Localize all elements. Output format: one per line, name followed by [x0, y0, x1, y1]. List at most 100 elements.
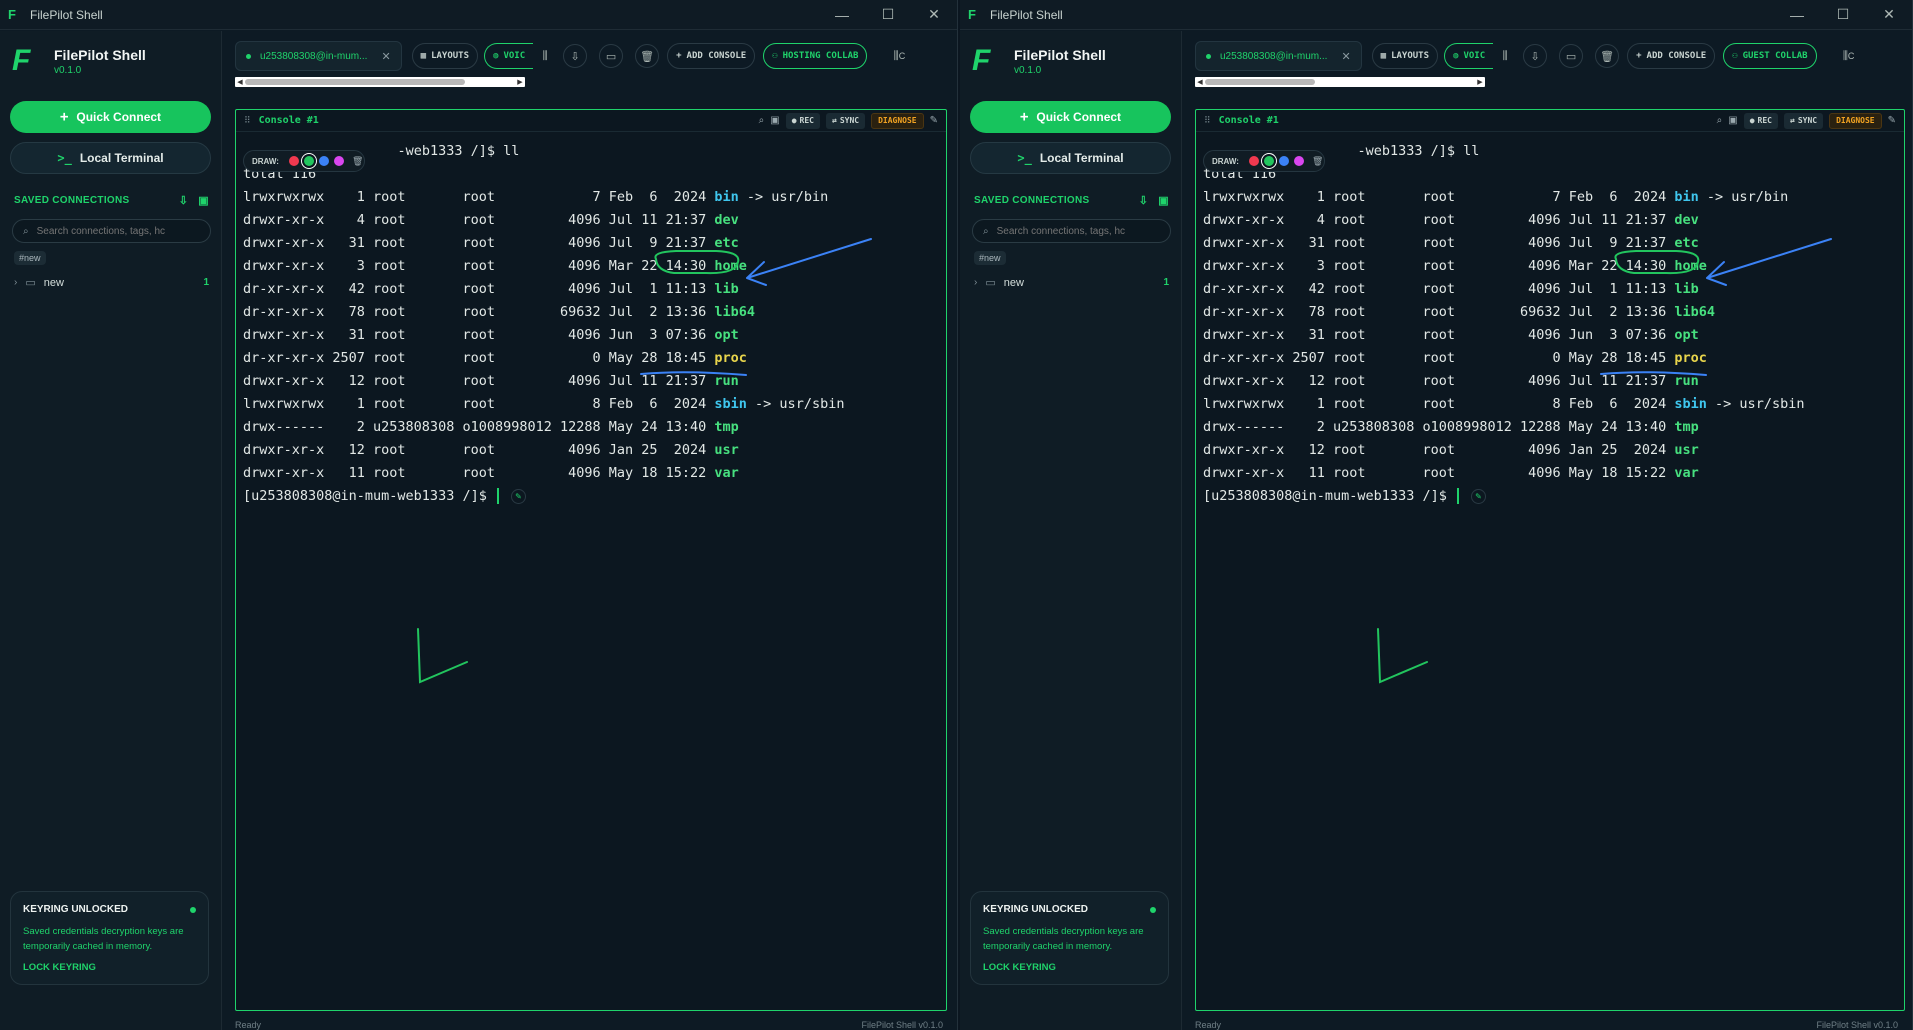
cursor [496, 488, 499, 504]
hosting-collab-button[interactable]: ⚇ HOSTING COLLAB [763, 43, 868, 69]
terminal-output[interactable]: -web1333 /]$ ll total 116 lrwxrwxrwx 1 roo… [1196, 134, 1904, 1010]
scroll-right-icon[interactable]: ▶ [1475, 78, 1485, 86]
ai-assist-icon[interactable]: ✎ [510, 488, 526, 504]
draw-color-green[interactable] [1263, 156, 1274, 166]
minimize-button[interactable]: — [819, 0, 865, 30]
lock-keyring-button[interactable]: LOCK KEYRING [983, 962, 1156, 973]
prompt-line[interactable]: [u253808308@in-mum-web1333 /]$ ✎ [243, 485, 946, 508]
equalizer-icon[interactable]: ⫼ [1493, 43, 1517, 69]
listing-name: proc [1674, 350, 1707, 366]
download-icon[interactable]: ⇩ [563, 44, 588, 68]
pin-icon[interactable]: ✎ [930, 115, 938, 126]
layouts-button[interactable]: ▦ LAYOUTS [1371, 43, 1439, 69]
rec-button[interactable]: ● REC [785, 112, 820, 129]
listing-row: dr-xr-xr-x 78 root root 69632 Jul 2 13:3… [1203, 301, 1904, 324]
close-tab-icon[interactable]: ✕ [1341, 50, 1350, 63]
close-button[interactable]: ✕ [1866, 0, 1912, 30]
new-folder-icon[interactable]: ▣ [1158, 194, 1169, 207]
folder-item-new[interactable]: › ▭ new 1 [14, 276, 209, 290]
listing-meta: dr-xr-xr-x 42 root root 4096 Jul 1 11:13 [243, 281, 715, 297]
scroll-thumb[interactable] [245, 79, 465, 85]
local-terminal-button[interactable]: >_ Local Terminal [10, 142, 211, 174]
local-terminal-button[interactable]: >_ Local Terminal [970, 142, 1171, 174]
layouts-button[interactable]: ▦ LAYOUTS [411, 43, 479, 69]
rec-button[interactable]: ● REC [1743, 112, 1778, 129]
scroll-left-icon[interactable]: ◀ [1195, 78, 1205, 86]
quick-connect-button[interactable]: + Quick Connect [10, 101, 211, 133]
listing-name: usr [1674, 442, 1699, 458]
clipboard-icon[interactable]: ▣ [1728, 115, 1737, 126]
sync-button[interactable]: ⇄ SYNC [825, 112, 866, 129]
scroll-thumb[interactable] [1205, 79, 1315, 85]
sidebar: F FilePilot Shell v0.1.0 + Quick Connect … [0, 31, 222, 1030]
new-folder-icon[interactable]: ▣ [198, 194, 209, 207]
tab-session[interactable]: u253808308@in-mum... ✕ [235, 41, 402, 71]
drag-handle-icon[interactable]: ⠿ [1204, 115, 1211, 126]
search-box[interactable]: ⌕ [972, 219, 1171, 243]
draw-color-blue[interactable] [1278, 156, 1289, 166]
import-icon[interactable]: ⇩ [1139, 194, 1149, 207]
import-icon[interactable]: ⇩ [179, 194, 189, 207]
monitor-icon[interactable]: ▭ [1559, 44, 1584, 68]
tab-scrollbar[interactable]: ◀ ▶ [235, 77, 525, 87]
search-input[interactable] [996, 225, 1147, 237]
pin-icon[interactable]: ✎ [1888, 115, 1896, 126]
terminal-output[interactable]: -web1333 /]$ ll total 116 lrwxrwxrwx 1 roo… [236, 134, 946, 1010]
voice-label: VOIC [503, 51, 526, 61]
tab-scrollbar[interactable]: ◀ ▶ [1195, 77, 1485, 87]
tag-chip[interactable]: #new [14, 251, 46, 265]
drag-handle-icon[interactable]: ⠿ [244, 115, 251, 126]
maximize-button[interactable]: ☐ [865, 0, 911, 30]
minimize-button[interactable]: — [1774, 0, 1820, 30]
clipboard-icon[interactable]: ▣ [770, 115, 779, 126]
folder-item-new[interactable]: › ▭ new 1 [974, 276, 1169, 290]
draw-color-blue[interactable] [318, 156, 329, 166]
tab-session[interactable]: u253808308@in-mum... ✕ [1195, 41, 1362, 71]
lock-keyring-button[interactable]: LOCK KEYRING [23, 962, 196, 973]
voice-button[interactable]: ◍ VOIC [484, 43, 534, 69]
brand-name: FilePilot Shell [54, 46, 146, 63]
sync-icon: ⇄ [1789, 116, 1795, 125]
trash-icon[interactable]: 🗑 [1595, 44, 1620, 68]
trash-icon[interactable]: 🗑 [635, 44, 660, 68]
diagnose-button[interactable]: DIAGNOSE [871, 112, 924, 129]
overflow-icon[interactable]: ⫼ C [1837, 43, 1861, 69]
search-icon[interactable]: ⌕ [1717, 115, 1723, 126]
listing-meta: drwxr-xr-x 3 root root 4096 Mar 22 14:30 [1203, 258, 1675, 274]
plus-icon: + [59, 109, 69, 125]
draw-color-magenta[interactable] [333, 156, 344, 166]
monitor-icon[interactable]: ▭ [599, 44, 624, 68]
draw-color-magenta[interactable] [1293, 156, 1304, 166]
scroll-left-icon[interactable]: ◀ [235, 78, 245, 86]
voice-button[interactable]: ◍ VOIC [1444, 43, 1494, 69]
close-tab-icon[interactable]: ✕ [381, 50, 390, 63]
draw-color-red[interactable] [288, 156, 299, 166]
chevron-right-icon[interactable]: › [14, 277, 17, 288]
tag-chip[interactable]: #new [974, 251, 1006, 265]
search-icon[interactable]: ⌕ [759, 115, 765, 126]
clear-drawing-icon[interactable]: 🗑 [1312, 156, 1323, 167]
maximize-button[interactable]: ☐ [1820, 0, 1866, 30]
sync-button[interactable]: ⇄ SYNC [1783, 112, 1824, 129]
draw-color-green[interactable] [303, 156, 314, 166]
search-input[interactable] [36, 225, 187, 237]
diagnose-button[interactable]: DIAGNOSE [1829, 112, 1882, 129]
download-icon[interactable]: ⇩ [1523, 44, 1548, 68]
close-button[interactable]: ✕ [911, 0, 957, 30]
chevron-right-icon[interactable]: › [974, 277, 977, 288]
clear-drawing-icon[interactable]: 🗑 [352, 156, 363, 167]
equalizer-icon[interactable]: ⫼ [533, 43, 557, 69]
scroll-right-icon[interactable]: ▶ [515, 78, 525, 86]
search-box[interactable]: ⌕ [12, 219, 211, 243]
listing-meta: dr-xr-xr-x 78 root root 69632 Jul 2 13:3… [243, 304, 715, 320]
draw-color-red[interactable] [1248, 156, 1259, 166]
add-console-button[interactable]: + ADD CONSOLE [667, 43, 756, 69]
console-panel: ⠿ Console #1 ⌕ ▣ ● REC ⇄ SYNC DIAGNOSE ✎ -… [235, 109, 947, 1011]
add-console-button[interactable]: + ADD CONSOLE [1627, 43, 1716, 69]
prompt-line[interactable]: [u253808308@in-mum-web1333 /]$ ✎ [1203, 485, 1904, 508]
quick-connect-button[interactable]: + Quick Connect [970, 101, 1171, 133]
ai-assist-icon[interactable]: ✎ [1470, 488, 1486, 504]
local-terminal-label: Local Terminal [1039, 151, 1124, 165]
guest-collab-button[interactable]: ⚇ GUEST COLLAB [1723, 43, 1817, 69]
overflow-icon[interactable]: ⫼ C [887, 43, 911, 69]
